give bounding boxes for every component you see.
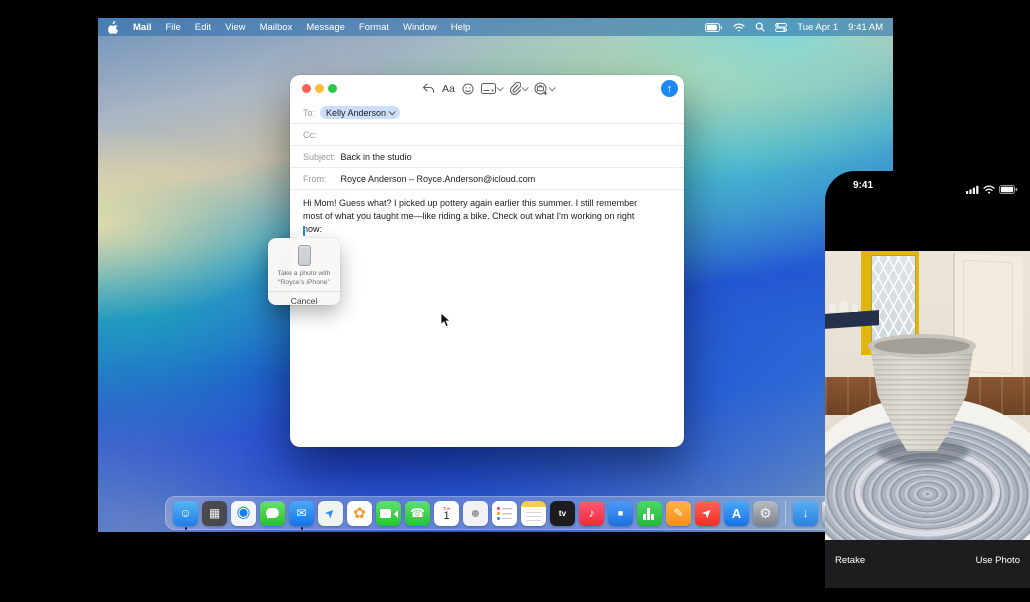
finder-dock-icon[interactable]: ☺ <box>173 501 198 526</box>
undo-icon[interactable] <box>422 83 435 94</box>
dock-apps: ☺▦◉✉➤✿☎Tue1☻tv♪■✎➤A⚙ <box>173 501 778 526</box>
iphone-icon <box>298 245 311 266</box>
to-label: To: <box>303 108 315 118</box>
cc-label: Cc: <box>303 130 317 140</box>
notes-dock-icon[interactable] <box>521 501 546 526</box>
messages-dock-icon[interactable] <box>260 501 285 526</box>
message-body[interactable]: Hi Mom! Guess what? I picked up pottery … <box>290 190 666 243</box>
use-photo-button[interactable]: Use Photo <box>976 555 1020 588</box>
from-value: Royce Anderson – Royce.Anderson@icloud.c… <box>341 174 536 184</box>
from-field[interactable]: From: Royce Anderson – Royce.Anderson@ic… <box>290 168 684 190</box>
mouse-cursor <box>440 313 452 333</box>
compose-toolbar: Aa <box>290 75 684 102</box>
safari-dock-icon[interactable]: ◉ <box>231 501 256 526</box>
close-window-button[interactable] <box>302 84 311 93</box>
photos-dock-icon[interactable]: ✿ <box>347 501 372 526</box>
format-icon[interactable]: Aa <box>442 83 455 95</box>
apple-menu-icon[interactable] <box>108 21 119 34</box>
mail-dock-icon[interactable]: ✉ <box>289 501 314 526</box>
dock: ☺▦◉✉➤✿☎Tue1☻tv♪■✎➤A⚙ ↓ <box>165 496 855 530</box>
subject-label: Subject: <box>303 152 336 162</box>
mail-compose-window: Aa <box>290 75 684 447</box>
rocket-dock-icon[interactable]: ➤ <box>695 501 720 526</box>
keynote-dock-icon[interactable]: ■ <box>608 501 633 526</box>
pottery-piece <box>852 304 858 312</box>
menu-item-mailbox[interactable]: Mailbox <box>260 22 293 33</box>
callout-line2: “Royce’s iPhone” <box>268 278 340 287</box>
menu-bar: Mail File Edit View Mailbox Message Form… <box>98 18 893 36</box>
menu-date[interactable]: Tue Apr 1 <box>797 22 838 33</box>
screenshot-stage: Mail File Edit View Mailbox Message Form… <box>0 0 1030 602</box>
menu-item-help[interactable]: Help <box>451 22 471 33</box>
contacts-dock-icon[interactable]: ☻ <box>463 501 488 526</box>
chevron-down-icon <box>389 108 396 115</box>
menu-item-view[interactable]: View <box>225 22 245 33</box>
chevron-down-icon <box>497 84 504 91</box>
camera-preview <box>825 251 1030 540</box>
reminders-dock-icon[interactable] <box>492 501 517 526</box>
iphone-screen: 9:41 <box>825 171 1030 602</box>
numbers-dock-icon[interactable] <box>637 501 662 526</box>
wifi-icon[interactable] <box>733 23 745 32</box>
phone-status-bar: 9:41 <box>825 171 1030 199</box>
recipient-token[interactable]: Kelly Anderson <box>320 106 400 119</box>
cellular-signal-icon <box>966 181 979 199</box>
maps-dock-icon[interactable]: ➤ <box>318 501 343 526</box>
facetime-dock-icon[interactable] <box>376 501 401 526</box>
phone-dock-icon[interactable]: ☎ <box>405 501 430 526</box>
retake-button[interactable]: Retake <box>835 555 865 588</box>
control-center-icon[interactable] <box>775 23 787 32</box>
pottery-piece <box>839 301 848 312</box>
cc-field[interactable]: Cc: <box>290 124 684 146</box>
subject-field[interactable]: Subject: Back in the studio <box>290 146 684 168</box>
menu-time[interactable]: 9:41 AM <box>848 22 883 33</box>
to-field[interactable]: To: Kelly Anderson <box>290 102 684 124</box>
window-lattice <box>871 255 916 345</box>
zoom-window-button[interactable] <box>328 84 337 93</box>
send-button[interactable]: ↑ <box>661 80 678 97</box>
emoji-icon[interactable] <box>462 83 474 95</box>
phone-time: 9:41 <box>853 180 873 191</box>
settings-dock-icon[interactable]: ⚙ <box>753 501 778 526</box>
downloads-dock-icon[interactable]: ↓ <box>793 501 818 526</box>
battery-icon <box>999 181 1018 199</box>
tv-dock-icon[interactable]: tv <box>550 501 575 526</box>
menu-item-mail-app[interactable]: Mail <box>133 22 151 33</box>
clay-pot-rim <box>868 334 976 358</box>
battery-icon[interactable] <box>705 23 723 32</box>
insert-photo-icon[interactable] <box>534 82 554 95</box>
pottery-piece <box>829 303 836 312</box>
app-store-dock-icon[interactable]: A <box>724 501 749 526</box>
menu-item-window[interactable]: Window <box>403 22 437 33</box>
wifi-icon <box>983 181 995 199</box>
launchpad-dock-icon[interactable]: ▦ <box>202 501 227 526</box>
camera-action-bar: Retake Use Photo <box>825 540 1030 588</box>
mac-desktop: Mail File Edit View Mailbox Message Form… <box>98 18 893 532</box>
minimize-window-button[interactable] <box>315 84 324 93</box>
calendar-dock-icon[interactable]: Tue1 <box>434 501 459 526</box>
cancel-button[interactable]: Cancel <box>268 292 340 306</box>
take-photo-callout: Take a photo with “Royce’s iPhone” Cance… <box>268 238 340 305</box>
dock-divider <box>785 501 786 525</box>
subject-value: Back in the studio <box>341 152 412 162</box>
attach-icon[interactable] <box>509 82 527 95</box>
search-icon[interactable] <box>755 22 765 32</box>
chevron-down-icon <box>549 84 556 91</box>
pages-dock-icon[interactable]: ✎ <box>666 501 691 526</box>
from-label: From: <box>303 174 327 184</box>
menu-item-file[interactable]: File <box>165 22 180 33</box>
menu-item-edit[interactable]: Edit <box>195 22 211 33</box>
music-dock-icon[interactable]: ♪ <box>579 501 604 526</box>
letterhead-icon[interactable] <box>481 83 502 94</box>
callout-line1: Take a photo with <box>268 269 340 278</box>
menu-item-format[interactable]: Format <box>359 22 389 33</box>
menu-item-message[interactable]: Message <box>306 22 345 33</box>
chevron-down-icon <box>522 84 529 91</box>
